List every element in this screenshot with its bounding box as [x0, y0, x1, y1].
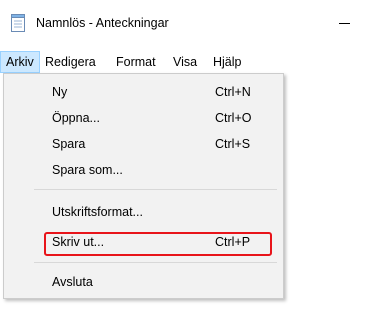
- menu-visa[interactable]: Visa: [168, 51, 202, 73]
- menu-separator: [34, 189, 277, 190]
- menu-item-page-setup[interactable]: Utskriftsformat...: [4, 199, 283, 225]
- menu-item-label: Ny: [52, 85, 68, 99]
- menu-item-label: Öppna...: [52, 111, 100, 125]
- menu-item-new[interactable]: Ny Ctrl+N: [4, 79, 283, 105]
- menu-item-label: Spara: [52, 137, 86, 151]
- menu-item-label: Utskriftsformat...: [52, 205, 143, 219]
- menu-item-label: Avsluta: [52, 275, 93, 289]
- menu-item-label: Spara som...: [52, 163, 123, 177]
- minimize-button[interactable]: [330, 10, 360, 36]
- title-bar: Namnlös - Anteckningar: [0, 0, 381, 42]
- menu-item-shortcut: Ctrl+S: [215, 137, 251, 151]
- menu-arkiv[interactable]: Arkiv: [0, 51, 40, 73]
- menu-item-open[interactable]: Öppna... Ctrl+O: [4, 105, 283, 131]
- menu-bar: Arkiv Redigera Format Visa Hjälp: [0, 51, 381, 73]
- menu-item-save[interactable]: Spara Ctrl+S: [4, 131, 283, 157]
- menu-separator: [34, 262, 277, 263]
- notepad-icon: [11, 14, 26, 32]
- menu-item-shortcut: Ctrl+O: [215, 111, 252, 125]
- menu-format[interactable]: Format: [111, 51, 161, 73]
- window-title: Namnlös - Anteckningar: [36, 16, 169, 30]
- print-highlight-box: [44, 232, 272, 256]
- menu-item-exit[interactable]: Avsluta: [4, 269, 283, 295]
- file-menu-dropdown: Ny Ctrl+N Öppna... Ctrl+O Spara Ctrl+S S…: [3, 73, 284, 299]
- menu-item-shortcut: Ctrl+N: [215, 85, 251, 99]
- menu-item-save-as[interactable]: Spara som...: [4, 157, 283, 183]
- menu-redigera[interactable]: Redigera: [40, 51, 101, 73]
- menu-hjalp[interactable]: Hjälp: [208, 51, 247, 73]
- notepad-window: Namnlös - Anteckningar Arkiv Redigera Fo…: [0, 0, 381, 329]
